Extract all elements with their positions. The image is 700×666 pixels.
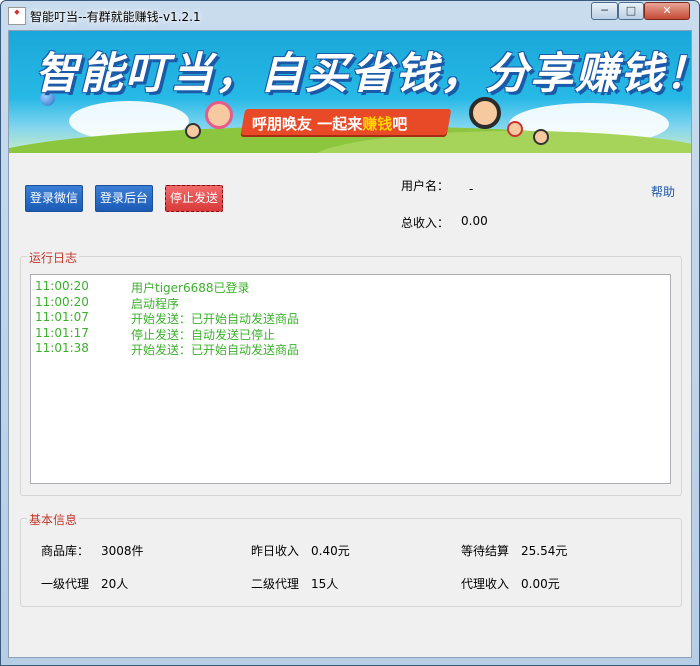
log-entry-time: 11:01:38	[35, 341, 89, 355]
pending-settlement-value: 25.54元	[521, 544, 568, 558]
ribbon-text: 呼朋唤友 一起来赚钱吧	[252, 113, 407, 134]
app-icon: ◆	[8, 7, 26, 25]
run-log-title: 运行日志	[27, 249, 80, 266]
kid-figure-icon	[185, 123, 201, 139]
kid-figure-icon	[205, 101, 233, 129]
login-backend-button[interactable]: 登录后台	[95, 185, 153, 212]
title-bar[interactable]: ◆ 智能叮当--有群就能赚钱-v1.2.1 ─ □ ✕	[1, 1, 699, 29]
ribbon-text-part1: 呼朋唤友 一起来	[252, 115, 363, 133]
run-log-group: 运行日志 11:00:20 用户tiger6688已登录 11:00:20 启动程序 1…	[20, 249, 682, 496]
log-entry-message: 开始发送：已开始自动发送商品	[131, 312, 300, 326]
product-library-value: 3008件	[101, 544, 144, 558]
ribbon-text-part2: 吧	[392, 115, 408, 133]
total-income-label: 总收入：	[401, 216, 450, 230]
basic-info-group: 基本信息 商品库： 3008件 昨日收入 0.40元 等待结算 25.54元 一…	[20, 511, 682, 607]
promo-banner: 智能叮当，自买省钱，分享赚钱！ 呼朋唤友 一起来赚钱吧	[9, 31, 691, 153]
product-library-label: 商品库：	[41, 544, 90, 558]
agent-income-label: 代理收入	[461, 577, 510, 591]
username-value: -	[469, 182, 474, 196]
close-button[interactable]: ✕	[644, 2, 690, 20]
username-label: 用户名：	[401, 179, 450, 193]
client-area: 智能叮当，自买省钱，分享赚钱！ 呼朋唤友 一起来赚钱吧 登录微信 登录后台 停止…	[8, 30, 692, 658]
app-window: ◆ 智能叮当--有群就能赚钱-v1.2.1 ─ □ ✕ 智能叮当，自买省钱，分享…	[0, 0, 700, 666]
login-wechat-button[interactable]: 登录微信	[25, 185, 83, 212]
stop-sending-button[interactable]: 停止发送	[165, 185, 223, 212]
help-link[interactable]: 帮助	[651, 183, 675, 200]
log-entry-message: 停止发送：自动发送已停止	[131, 327, 276, 342]
log-entry-time: 11:01:07	[35, 310, 89, 324]
kid-figure-icon	[469, 97, 501, 129]
kid-figure-icon	[533, 129, 549, 145]
level1-agent-value: 20人	[101, 577, 129, 591]
log-entry-time: 11:01:17	[35, 325, 89, 340]
kid-figure-icon	[507, 121, 523, 137]
ribbon-text-highlight: 赚钱	[362, 115, 393, 133]
yesterday-income-value: 0.40元	[311, 544, 350, 558]
window-title: 智能叮当--有群就能赚钱-v1.2.1	[30, 10, 201, 24]
level2-agent-label: 二级代理	[251, 577, 300, 591]
basic-info-title: 基本信息	[27, 511, 80, 528]
banner-slogan: 智能叮当，自买省钱，分享赚钱！	[35, 49, 691, 99]
minimize-button[interactable]: ─	[591, 2, 618, 20]
total-income-value: 0.00	[461, 214, 488, 228]
level2-agent-value: 15人	[311, 577, 339, 591]
maximize-button[interactable]: □	[618, 2, 644, 20]
pending-settlement-label: 等待结算	[461, 544, 510, 558]
log-entry-time: 11:00:20	[35, 294, 89, 309]
level1-agent-label: 一级代理	[41, 577, 90, 591]
log-entry-message: 开始发送：已开始自动发送商品	[131, 343, 300, 357]
log-entry-time: 11:00:20	[35, 279, 89, 293]
run-log-list[interactable]: 11:00:20 用户tiger6688已登录 11:00:20 启动程序 11:01:…	[30, 274, 671, 484]
agent-income-value: 0.00元	[521, 577, 560, 591]
yesterday-income-label: 昨日收入	[251, 544, 300, 558]
log-entry-message: 用户tiger6688已登录	[131, 281, 250, 295]
log-entry-message: 启动程序	[131, 296, 180, 311]
